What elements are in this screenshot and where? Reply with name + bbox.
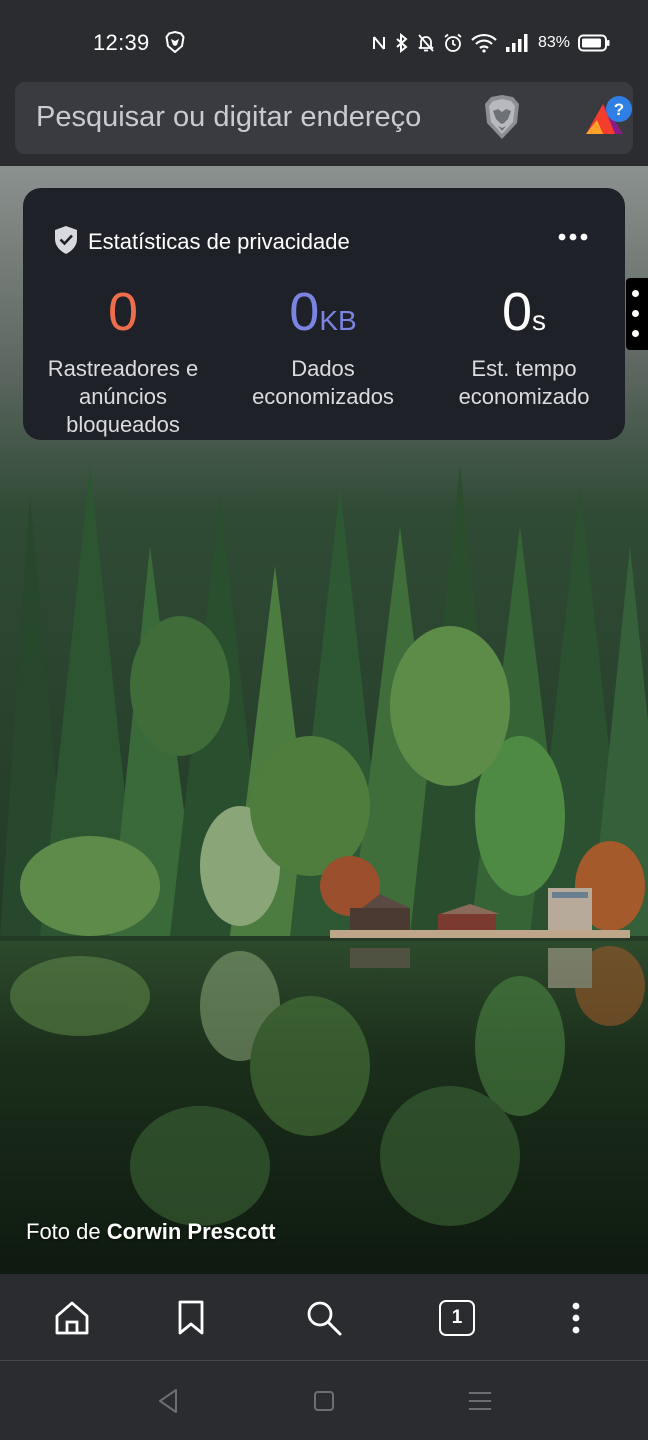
privacy-stats-title: Estatísticas de privacidade bbox=[88, 229, 350, 254]
bottom-toolbar: 1 bbox=[0, 1274, 648, 1361]
bell-off-icon bbox=[418, 34, 434, 52]
stat-trackers: 0 Rastreadores e anúncios bloqueados bbox=[23, 282, 223, 439]
system-nav-bar bbox=[0, 1361, 648, 1440]
search-button[interactable] bbox=[302, 1296, 346, 1340]
status-bar: 12:39 83% bbox=[0, 0, 648, 82]
alarm-icon bbox=[444, 33, 462, 52]
stat-time-saved: 0s Est. tempo economizado bbox=[424, 282, 624, 411]
stat-data-value: 0 bbox=[289, 282, 320, 342]
bookmark-icon bbox=[178, 1300, 204, 1335]
brave-rewards-icon[interactable]: ? bbox=[581, 94, 635, 142]
privacy-stats-card: Estatísticas de privacidade 0 Rastreador… bbox=[23, 188, 625, 440]
side-panel-handle[interactable] bbox=[626, 278, 648, 350]
home-icon bbox=[55, 1301, 89, 1335]
status-time: 12:39 bbox=[93, 30, 150, 55]
tabs-icon: 1 bbox=[439, 1300, 475, 1336]
stat-data-saved: 0KB Dados economizados bbox=[223, 282, 423, 411]
stat-time-label: Est. tempo economizado bbox=[458, 356, 590, 409]
menu-button[interactable] bbox=[554, 1296, 598, 1340]
address-bar[interactable]: Pesquisar ou digitar endereço ? bbox=[15, 82, 633, 154]
nfc-icon bbox=[372, 36, 385, 50]
home-square-icon[interactable] bbox=[310, 1387, 338, 1415]
signal-icon bbox=[505, 34, 528, 52]
stat-data-unit: KB bbox=[319, 305, 357, 336]
stat-trackers-value: 0 bbox=[107, 282, 139, 342]
photo-credit-author[interactable]: Corwin Prescott bbox=[107, 1219, 276, 1244]
stat-data-label: Dados economizados bbox=[252, 356, 394, 409]
more-vertical-icon bbox=[572, 1302, 580, 1334]
photo-credit[interactable]: Foto de Corwin Prescott bbox=[26, 1219, 275, 1245]
bookmarks-button[interactable] bbox=[169, 1296, 213, 1340]
photo-credit-prefix: Foto de bbox=[26, 1219, 101, 1244]
battery-icon bbox=[578, 34, 610, 52]
back-icon[interactable] bbox=[155, 1387, 183, 1415]
home-button[interactable] bbox=[50, 1296, 94, 1340]
svg-text:?: ? bbox=[614, 100, 624, 119]
stat-trackers-label: Rastreadores e anúncios bloqueados bbox=[47, 356, 199, 437]
battery-percent: 83% bbox=[537, 34, 570, 51]
recents-icon[interactable] bbox=[466, 1387, 494, 1415]
browser-toolbar: Pesquisar ou digitar endereço ? bbox=[0, 82, 648, 166]
more-horizontal-icon[interactable] bbox=[553, 225, 593, 249]
address-placeholder[interactable]: Pesquisar ou digitar endereço bbox=[36, 101, 421, 134]
wifi-icon bbox=[471, 33, 497, 53]
tabs-button[interactable]: 1 bbox=[439, 1300, 475, 1336]
brave-shields-icon[interactable] bbox=[481, 93, 523, 141]
shield-check-icon bbox=[55, 226, 77, 254]
stat-time-value: 0 bbox=[501, 282, 533, 342]
status-icons: 83% bbox=[371, 30, 610, 56]
bluetooth-icon bbox=[396, 33, 408, 53]
brave-icon bbox=[165, 31, 185, 53]
search-icon bbox=[307, 1301, 342, 1336]
browser-screen: 12:39 83% Pesquisar ou digitar endereço … bbox=[0, 0, 648, 1440]
stat-time-unit: s bbox=[532, 305, 547, 336]
